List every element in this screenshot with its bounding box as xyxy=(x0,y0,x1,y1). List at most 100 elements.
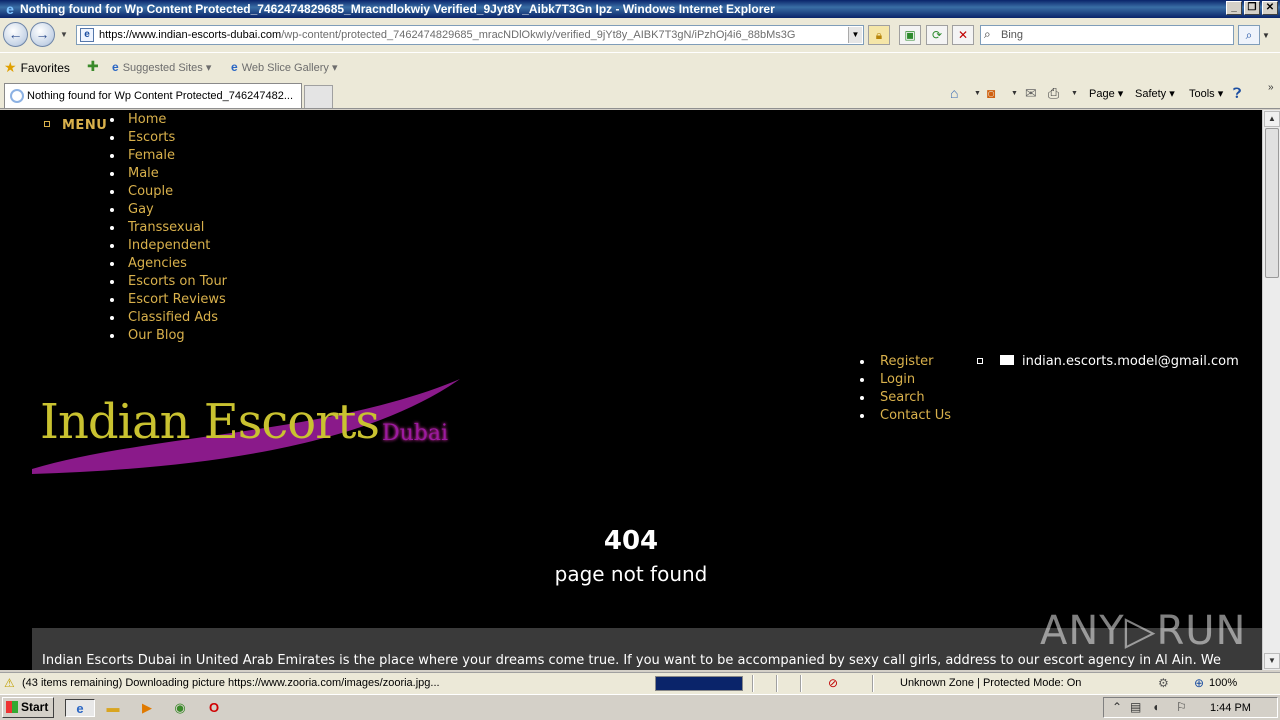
search-options-dropdown-icon[interactable]: ▼ xyxy=(1262,31,1270,40)
site-logo[interactable]: Indian Escorts Dubai xyxy=(30,374,470,484)
taskbar-ie-icon[interactable]: e xyxy=(65,699,95,717)
window-title-bar[interactable]: e Nothing found for Wp Content Protected… xyxy=(0,0,1280,18)
home-dropdown-icon[interactable]: ▼ xyxy=(974,90,981,97)
media-player-icon[interactable]: ▶ xyxy=(137,699,157,717)
email-contact[interactable]: indian.escorts.model@gmail.com xyxy=(977,354,1239,369)
feeds-dropdown-icon[interactable]: ▼ xyxy=(1011,90,1018,97)
nav-item-escort-reviews[interactable]: Escort Reviews xyxy=(108,291,227,309)
download-progress-bar xyxy=(655,676,743,691)
url-path: /wp-content/protected_7462474829685_mrac… xyxy=(281,29,796,41)
account-links: Register Login Search Contact Us xyxy=(860,353,951,425)
menu-bullet-icon xyxy=(44,121,50,127)
ie-app-icon: e xyxy=(6,1,14,17)
search-input[interactable]: ⌕ Bing xyxy=(980,25,1234,45)
clock[interactable]: 1:44 PM xyxy=(1210,702,1251,714)
login-link[interactable]: Login xyxy=(860,371,951,389)
address-dropdown-icon[interactable]: ▼ xyxy=(848,27,862,43)
safety-menu[interactable]: Safety ▾ xyxy=(1135,87,1175,100)
register-link[interactable]: Register xyxy=(860,353,951,371)
nav-item-escorts[interactable]: Escorts xyxy=(108,129,227,147)
nav-item-label: Escort Reviews xyxy=(128,292,226,307)
read-mail-icon[interactable]: ✉ xyxy=(1025,85,1037,102)
nav-item-independent[interactable]: Independent xyxy=(108,237,227,255)
restore-button[interactable]: ❐ xyxy=(1244,1,1260,15)
main-nav: Home Escorts Female Male Couple Gay Tran… xyxy=(108,111,227,345)
search-button[interactable]: ⌕ xyxy=(1238,25,1260,45)
nav-item-agencies[interactable]: Agencies xyxy=(108,255,227,273)
new-tab-button[interactable] xyxy=(304,85,333,108)
tab-current[interactable]: Nothing found for Wp Content Protected_7… xyxy=(4,83,302,108)
print-dropdown-icon[interactable]: ▼ xyxy=(1071,90,1078,97)
nav-item-couple[interactable]: Couple xyxy=(108,183,227,201)
nav-item-label: Transsexual xyxy=(128,220,205,235)
network-icon[interactable]: ▤ xyxy=(1130,700,1141,714)
protected-mode-icon[interactable]: ⚙ xyxy=(1158,676,1169,690)
volume-icon[interactable]: ◖ xyxy=(1152,700,1159,714)
nav-item-home[interactable]: Home xyxy=(108,111,227,129)
scroll-thumb[interactable] xyxy=(1265,128,1279,278)
status-bar: ⚠ (43 items remaining) Downloading pictu… xyxy=(0,672,1280,694)
back-button[interactable]: ← xyxy=(3,22,28,47)
menu-toggle[interactable]: MENU xyxy=(44,118,107,133)
nav-item-label: Male xyxy=(128,166,159,181)
search-link[interactable]: Search xyxy=(860,389,951,407)
search-label: Search xyxy=(880,390,925,405)
forward-button[interactable]: → xyxy=(30,22,55,47)
start-button[interactable]: Start xyxy=(2,697,54,718)
zoom-icon[interactable]: ⊕ xyxy=(1194,676,1204,690)
page-menu-label: Page xyxy=(1089,88,1115,100)
web-slice-gallery-link[interactable]: e Web Slice Gallery ▾ xyxy=(231,60,337,74)
tab-bar: Nothing found for Wp Content Protected_7… xyxy=(0,80,1280,109)
menu-label: MENU xyxy=(62,118,108,133)
stop-icon[interactable]: ✕ xyxy=(952,25,974,45)
suggested-sites-link[interactable]: e Suggested Sites ▾ xyxy=(112,60,211,74)
error-message: page not found xyxy=(554,562,708,586)
print-icon[interactable]: ⎙ xyxy=(1048,85,1059,102)
logo-main-text: Indian Escorts xyxy=(40,394,380,450)
zoom-level[interactable]: 100% xyxy=(1209,677,1237,689)
nav-item-classified-ads[interactable]: Classified Ads xyxy=(108,309,227,327)
favorites-button[interactable]: ★ Favorites xyxy=(4,59,70,76)
contact-us-label: Contact Us xyxy=(880,408,951,423)
url-host: https://www.indian-escorts-dubai.com xyxy=(99,29,282,41)
lock-icon[interactable]: 🔒︎ xyxy=(868,25,890,45)
nav-item-our-blog[interactable]: Our Blog xyxy=(108,327,227,345)
nav-item-label: Escorts on Tour xyxy=(128,274,228,289)
vertical-scrollbar[interactable]: ▲ ▼ xyxy=(1262,110,1280,670)
add-to-favorites-bar-icon[interactable]: ✚ xyxy=(87,58,99,75)
status-separator xyxy=(872,675,874,692)
compatibility-view-icon[interactable]: ▣ xyxy=(899,25,921,45)
minimize-button[interactable]: _ xyxy=(1226,1,1242,15)
refresh-icon[interactable]: ⟳ xyxy=(926,25,948,45)
feeds-icon[interactable]: ◙ xyxy=(987,85,995,101)
suggested-sites-label: Suggested Sites xyxy=(122,62,203,74)
home-icon[interactable]: ⌂ xyxy=(950,85,958,101)
page-menu[interactable]: Page ▾ xyxy=(1089,87,1123,100)
windows-flag-icon xyxy=(6,701,18,713)
security-zone[interactable]: Unknown Zone | Protected Mode: On xyxy=(900,677,1081,689)
help-icon[interactable]: ❓︎ xyxy=(1233,85,1241,102)
scroll-up-icon[interactable]: ▲ xyxy=(1264,111,1280,127)
nav-item-female[interactable]: Female xyxy=(108,147,227,165)
action-center-flag-icon[interactable]: ⚐ xyxy=(1176,700,1187,714)
nav-item-escorts-on-tour[interactable]: Escorts on Tour xyxy=(108,273,227,291)
web-slice-gallery-label: Web Slice Gallery xyxy=(241,62,329,74)
opera-icon[interactable]: O xyxy=(204,699,224,717)
history-dropdown-icon[interactable]: ▼ xyxy=(60,30,68,39)
chrome-icon[interactable]: ◉ xyxy=(170,699,190,717)
error-code: 404 xyxy=(603,526,659,556)
tray-expand-icon[interactable]: ⌃ xyxy=(1112,700,1122,714)
nav-item-gay[interactable]: Gay xyxy=(108,201,227,219)
scroll-down-icon[interactable]: ▼ xyxy=(1264,653,1280,669)
close-button[interactable]: ✕ xyxy=(1262,1,1278,15)
explorer-folder-icon[interactable]: ▬ xyxy=(103,699,123,717)
address-bar[interactable]: e https://www.indian-escorts-dubai.com/w… xyxy=(76,25,864,45)
popup-blocked-icon[interactable]: ⊘ xyxy=(828,676,838,690)
nav-item-transsexual[interactable]: Transsexual xyxy=(108,219,227,237)
address-url[interactable]: https://www.indian-escorts-dubai.com/wp-… xyxy=(99,29,844,41)
chevron-more-icon[interactable]: » xyxy=(1268,82,1274,93)
contact-us-link[interactable]: Contact Us xyxy=(860,407,951,425)
nav-item-male[interactable]: Male xyxy=(108,165,227,183)
nav-item-label: Female xyxy=(128,148,176,163)
tools-menu[interactable]: Tools ▾ xyxy=(1189,87,1223,100)
